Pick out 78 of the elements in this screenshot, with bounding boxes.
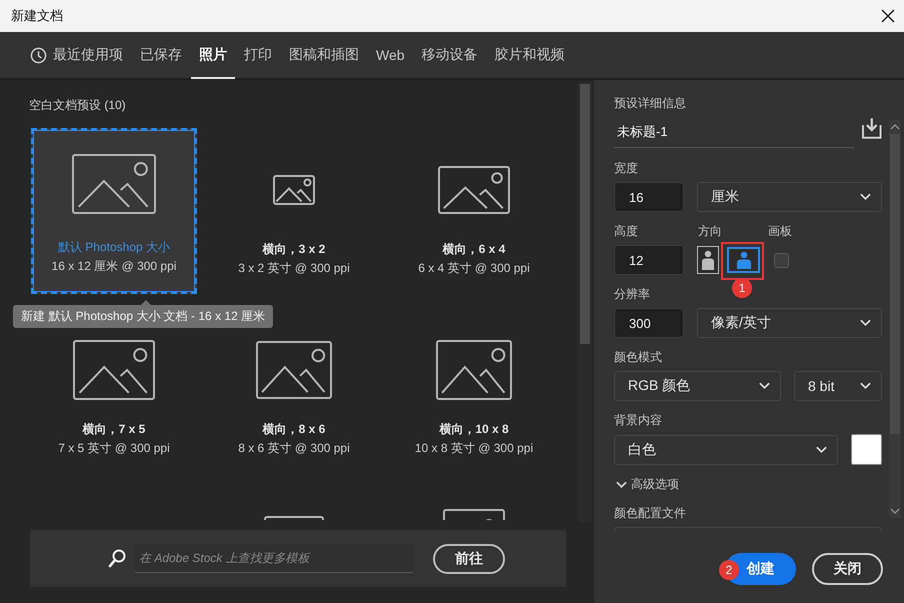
step-badge: 1 bbox=[732, 278, 752, 298]
field-label: 高度 bbox=[614, 223, 639, 239]
image-placeholder-icon bbox=[72, 154, 156, 214]
height-field[interactable]: 12 bbox=[614, 245, 684, 275]
resolution-field[interactable]: 300 bbox=[614, 308, 684, 338]
tab[interactable]: 最近使用项 bbox=[22, 33, 131, 79]
preset-card[interactable]: 横向，10 x 8 10 x 8 英寸 @ 300 ppi bbox=[391, 330, 557, 474]
preset-size: 8 x 6 英寸 @ 300 ppi bbox=[238, 440, 350, 457]
background-dropdown[interactable]: 白色 bbox=[614, 434, 838, 464]
preset-size: 10 x 8 英寸 @ 300 ppi bbox=[414, 440, 534, 457]
artboard-checkbox[interactable] bbox=[774, 252, 789, 268]
preset-card[interactable]: 横向，6 x 4 6 x 4 英寸 @ 300 ppi bbox=[391, 150, 557, 294]
image-placeholder-icon bbox=[436, 340, 512, 400]
preset-size: 3 x 2 英寸 @ 300 ppi bbox=[238, 260, 350, 277]
tab[interactable]: 胶片和视频 bbox=[486, 33, 573, 79]
preset-card[interactable]: 横向，7 x 5 7 x 5 英寸 @ 300 ppi bbox=[31, 330, 197, 474]
width-field[interactable]: 16 bbox=[614, 182, 684, 212]
portrait-button[interactable] bbox=[697, 246, 719, 274]
search-bar[interactable]: 在 Adobe Stock 上查找更多模板 前往 bbox=[30, 530, 566, 587]
chevron-icon bbox=[860, 193, 871, 201]
scrollbar-thumb[interactable] bbox=[580, 84, 590, 344]
field-label: 颜色模式 bbox=[614, 349, 662, 365]
preset-card[interactable]: 默认 Photoshop 大小 16 x 12 厘米 @ 300 ppi bbox=[31, 128, 197, 294]
advanced-options-toggle[interactable]: 高级选项 bbox=[616, 476, 679, 493]
preset-size: 7 x 5 英寸 @ 300 ppi bbox=[58, 440, 170, 457]
tooltip: 新建 默认 Photoshop 大小 文档 - 16 x 12 厘米 bbox=[13, 305, 274, 328]
chevron-icon bbox=[816, 446, 827, 454]
scrollbar-thumb[interactable] bbox=[890, 134, 900, 434]
clock-icon bbox=[30, 46, 47, 64]
preset-title: 默认 Photoshop 大小 bbox=[58, 239, 170, 256]
tab[interactable]: 已保存 bbox=[132, 33, 190, 79]
image-placeholder-icon bbox=[256, 341, 332, 399]
preset-card[interactable]: 横向，8 x 6 8 x 6 英寸 @ 300 ppi bbox=[211, 330, 377, 474]
scroll-up-icon[interactable] bbox=[890, 124, 900, 130]
unit-dropdown[interactable]: 厘米 bbox=[697, 182, 882, 212]
preset-title: 横向，3 x 2 bbox=[262, 241, 326, 258]
field-label: 方向 bbox=[698, 223, 723, 239]
chevron-icon bbox=[860, 319, 871, 327]
search-icon bbox=[108, 548, 126, 568]
image-placeholder-icon bbox=[273, 175, 315, 205]
preset-title: 横向，8 x 6 bbox=[262, 421, 326, 438]
image-placeholder-icon bbox=[438, 166, 510, 214]
chevron-icon bbox=[616, 480, 627, 488]
color-mode-dropdown[interactable]: RGB 颜色 bbox=[614, 371, 781, 401]
section-heading: 预设详细信息 bbox=[614, 95, 686, 111]
preset-size: 16 x 12 厘米 @ 300 ppi bbox=[52, 258, 176, 275]
image-placeholder-icon bbox=[73, 340, 155, 400]
close-icon[interactable] bbox=[881, 9, 895, 23]
field-label: 画板 bbox=[768, 223, 792, 239]
field-label: 分辨率 bbox=[614, 286, 650, 302]
go-button[interactable]: 前往 bbox=[433, 544, 505, 574]
chevron-icon bbox=[860, 382, 871, 390]
resolution-unit-dropdown[interactable]: 像素/英寸 bbox=[697, 308, 882, 338]
color-swatch[interactable] bbox=[851, 434, 882, 465]
preset-size: 6 x 4 英寸 @ 300 ppi bbox=[418, 260, 530, 277]
preset-title: 横向，7 x 5 bbox=[82, 421, 146, 438]
document-name-field[interactable]: 未标题-1 bbox=[614, 117, 854, 148]
section-heading: 空白文档预设 (10) bbox=[29, 97, 127, 114]
landscape-button[interactable] bbox=[727, 247, 760, 273]
preset-title: 横向，10 x 8 bbox=[439, 421, 509, 438]
field-label: 宽度 bbox=[614, 160, 638, 176]
tab[interactable]: 移动设备 bbox=[414, 33, 486, 79]
tab[interactable]: Web bbox=[368, 33, 413, 79]
field-label: 背景内容 bbox=[614, 412, 662, 428]
tab[interactable]: 图稿和插图 bbox=[281, 33, 367, 79]
window-title: 新建文档 bbox=[11, 7, 63, 25]
step-badge: 2 bbox=[719, 560, 739, 580]
preset-card[interactable]: 横向，3 x 2 3 x 2 英寸 @ 300 ppi bbox=[211, 150, 377, 294]
bit-depth-dropdown[interactable]: 8 bit bbox=[794, 371, 882, 401]
scroll-down-icon[interactable] bbox=[890, 508, 900, 514]
tooltip-arrow bbox=[141, 300, 151, 305]
close-button[interactable]: 关闭 bbox=[812, 553, 883, 585]
person-icon bbox=[701, 250, 715, 270]
save-preset-icon[interactable] bbox=[862, 117, 882, 139]
field-label: 颜色配置文件 bbox=[614, 505, 686, 521]
tab[interactable]: 打印 bbox=[236, 33, 280, 79]
chevron-icon bbox=[759, 382, 770, 390]
preset-title: 横向，6 x 4 bbox=[442, 241, 506, 258]
